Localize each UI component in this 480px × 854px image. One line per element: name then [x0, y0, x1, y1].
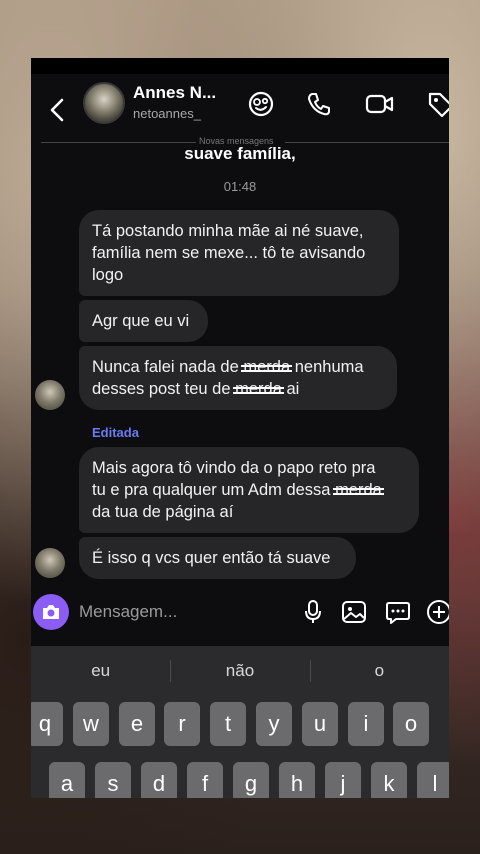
key[interactable]: y — [256, 702, 292, 746]
mic-icon — [305, 600, 321, 623]
key[interactable]: q — [31, 702, 63, 746]
voice-call-button[interactable] — [304, 89, 334, 119]
key[interactable]: k — [371, 762, 407, 798]
key[interactable]: t — [210, 702, 246, 746]
message-timestamp: 01:48 — [223, 179, 257, 194]
key[interactable]: l — [417, 762, 449, 798]
message-text: Tá postando minha mãe ai né suave, famíl… — [92, 222, 366, 284]
key[interactable]: s — [95, 762, 131, 798]
message-line: da tua de página aí — [92, 503, 234, 521]
image-icon — [342, 601, 366, 623]
message-text: Agr que eu vi — [92, 312, 190, 330]
avatar[interactable] — [83, 82, 125, 124]
key[interactable]: u — [302, 702, 338, 746]
keyboard-row-2: a s d f g h j k l — [31, 762, 449, 798]
contact-info[interactable]: Annes N... netoannes_ — [133, 83, 228, 121]
keyboard-row-1: q w e r t y u i o — [31, 702, 449, 746]
sticker-icon — [248, 91, 274, 117]
sticker-chat-button[interactable] — [385, 599, 411, 625]
more-options-button[interactable] — [426, 599, 449, 625]
message-line: Mais agora tô vindo da o papo reto pra — [92, 459, 376, 477]
message-line: tu e pra qualquer um Adm dessa merda — [92, 481, 384, 499]
censored-word: merda — [241, 358, 292, 376]
video-call-button[interactable] — [365, 89, 395, 119]
suggestion-item[interactable]: o — [309, 646, 449, 696]
key[interactable]: d — [141, 762, 177, 798]
separator-line-left — [41, 142, 196, 143]
back-icon — [50, 98, 64, 122]
keyboard: eu não o q w e r t y u i o a s d f g h j… — [31, 646, 449, 798]
message-bubble[interactable]: Mais agora tô vindo da o papo reto pra t… — [79, 447, 419, 533]
key[interactable]: g — [233, 762, 269, 798]
edited-label: Editada — [92, 425, 139, 440]
message-bubble[interactable]: Tá postando minha mãe ai né suave, famíl… — [79, 210, 399, 296]
sender-avatar[interactable] — [35, 548, 65, 578]
message-bubble[interactable]: É isso q vcs quer então tá suave — [79, 537, 356, 579]
message-line: Nunca falei nada de merda nenhuma — [92, 358, 364, 376]
sticker-button[interactable] — [246, 89, 276, 119]
camera-icon — [43, 605, 59, 619]
censored-word: merda — [333, 481, 384, 499]
message-text: É isso q vcs quer então tá suave — [92, 549, 331, 567]
key[interactable]: o — [393, 702, 429, 746]
key[interactable]: h — [279, 762, 315, 798]
video-icon — [365, 94, 394, 114]
suggestion-item[interactable]: eu — [31, 646, 170, 696]
key[interactable]: f — [187, 762, 223, 798]
key[interactable]: a — [49, 762, 85, 798]
message-bubble[interactable]: Agr que eu vi — [79, 300, 208, 342]
censored-word: merda — [233, 380, 284, 398]
suggestion-bar: eu não o — [31, 646, 449, 696]
contact-name: Annes N... — [133, 83, 217, 102]
plus-icon — [427, 600, 449, 624]
camera-button[interactable] — [33, 594, 69, 630]
contact-username: netoannes_ — [133, 106, 201, 121]
back-button[interactable] — [45, 96, 69, 124]
status-bar — [31, 58, 449, 74]
message-input[interactable] — [79, 598, 279, 626]
message-line: desses post teu de merda ai — [92, 380, 300, 398]
key[interactable]: j — [325, 762, 361, 798]
key[interactable]: e — [119, 702, 155, 746]
previous-message-fragment: suave família, — [184, 144, 296, 163]
key[interactable]: w — [73, 702, 109, 746]
gallery-button[interactable] — [341, 599, 367, 625]
chat-bubble-icon — [386, 602, 410, 624]
phone-screen: Annes N... netoannes_ Novas mensagens su… — [31, 58, 449, 798]
suggestion-item[interactable]: não — [170, 646, 309, 696]
tag-button[interactable] — [425, 89, 449, 119]
voice-message-button[interactable] — [300, 599, 326, 625]
key[interactable]: r — [164, 702, 200, 746]
key[interactable]: i — [348, 702, 384, 746]
sender-avatar[interactable] — [35, 380, 65, 410]
tag-icon — [428, 92, 449, 118]
message-bubble[interactable]: Nunca falei nada de merda nenhuma desses… — [79, 346, 397, 410]
message-composer — [31, 592, 449, 634]
separator-line-right — [285, 142, 449, 143]
phone-icon — [308, 93, 330, 116]
